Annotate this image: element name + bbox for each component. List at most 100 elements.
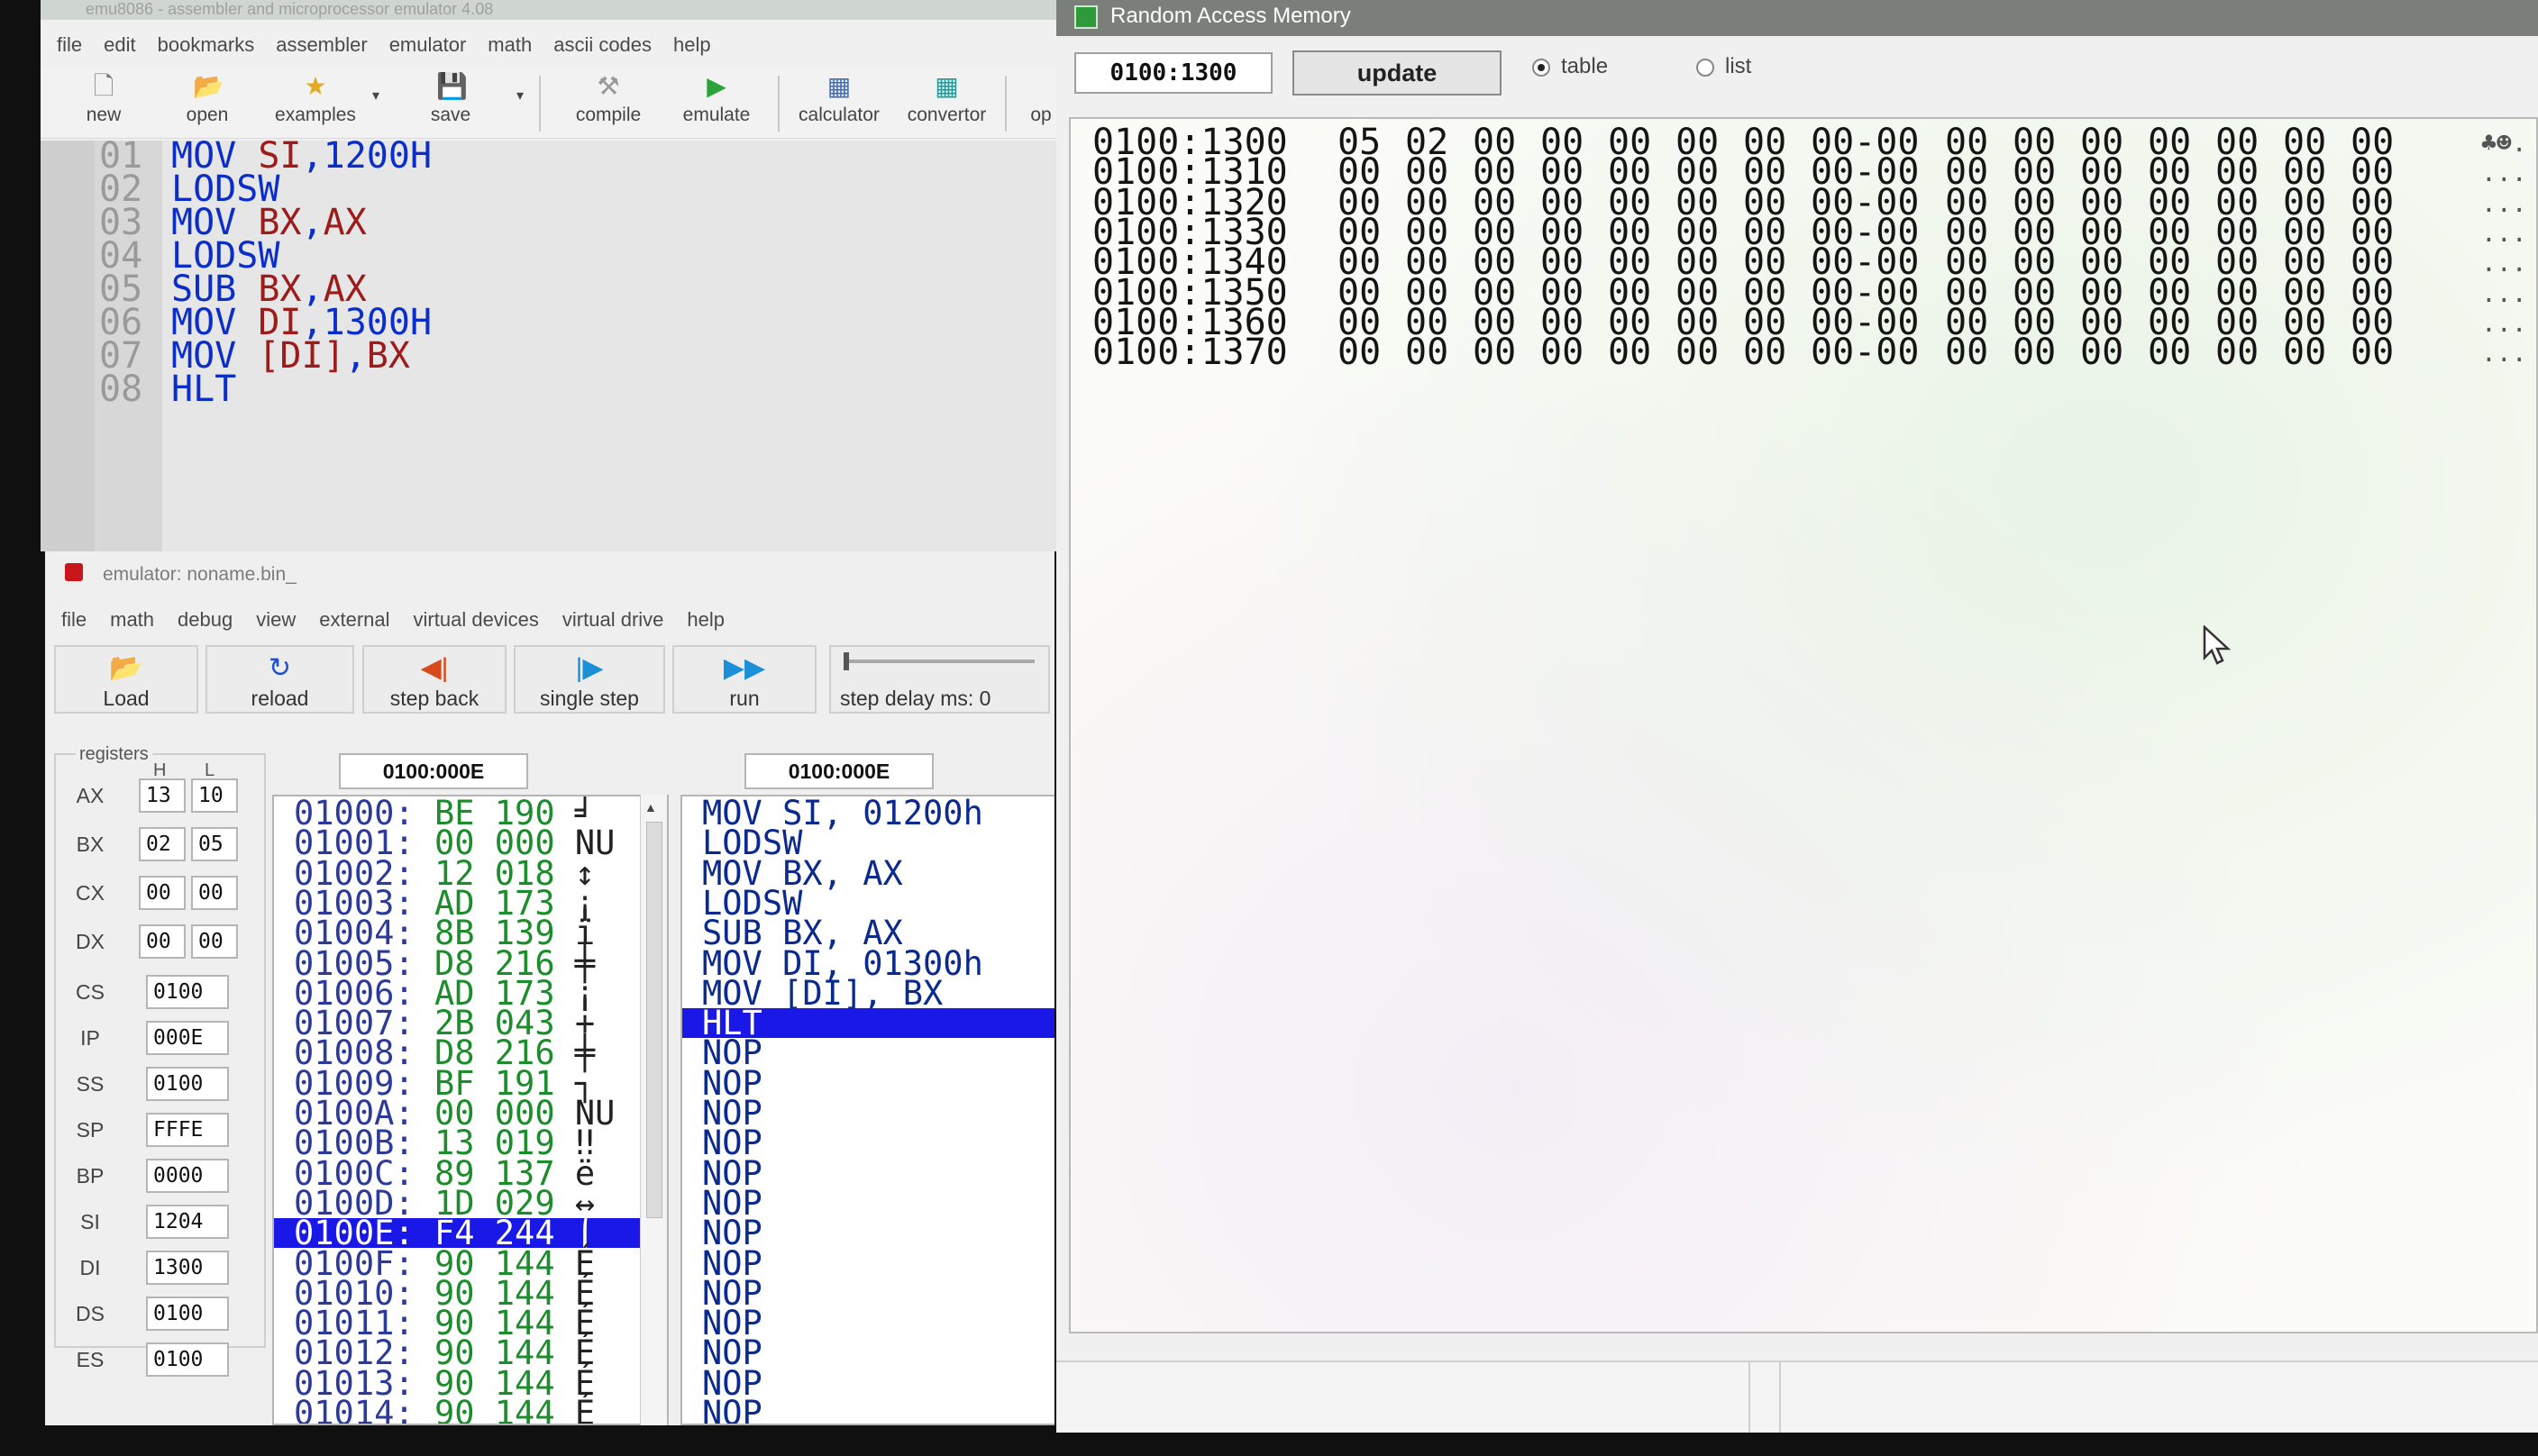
run-button[interactable]: ▶▶ run	[672, 645, 817, 714]
save-button[interactable]: 💾 save	[419, 68, 482, 135]
register-bx-high[interactable]: 02	[139, 827, 186, 861]
emu-menu-external[interactable]: external	[319, 608, 389, 632]
ram-row-ascii: ...	[2481, 217, 2527, 248]
register-ip-value[interactable]: 000E	[146, 1021, 229, 1055]
disassembly-address-field[interactable]: 0100:000E	[744, 753, 934, 789]
memory-address-field[interactable]: 0100:000E	[339, 753, 528, 789]
register-si-value[interactable]: 1204	[146, 1205, 229, 1239]
list-radio-dot[interactable]	[1696, 58, 1714, 77]
ram-byte[interactable]: 00	[1945, 334, 2013, 370]
line-number: 04	[99, 235, 143, 277]
register-bx-low[interactable]: 05	[191, 827, 238, 861]
register-ax-low[interactable]: 10	[191, 778, 238, 813]
editor-menu-file[interactable]: file	[57, 33, 82, 57]
code-line[interactable]: 02 LODSW	[99, 168, 279, 210]
memory-list[interactable]: 01000: BE 190 ╛ 01001: 00 000 NU 01002: 12…	[272, 795, 669, 1425]
scroll-thumb[interactable]	[646, 822, 662, 1218]
register-cx-high[interactable]: 00	[139, 876, 186, 910]
editor-menu-emulator[interactable]: emulator	[389, 33, 467, 57]
new-button[interactable]: 🗋 new	[68, 68, 140, 135]
register-dx-low[interactable]: 00	[191, 924, 238, 959]
ram-byte[interactable]: 00	[1540, 334, 1608, 370]
ram-byte[interactable]: 00	[1675, 334, 1743, 370]
code-line[interactable]: 03 MOV BX,AX	[99, 205, 367, 241]
ram-byte[interactable]: 00	[2351, 334, 2418, 370]
register-ds-value[interactable]: 0100	[146, 1297, 229, 1331]
code-line[interactable]: 07 MOV [DI],BX	[99, 335, 410, 377]
editor-menu-bookmarks[interactable]: bookmarks	[158, 33, 255, 57]
code-editor[interactable]: 01 MOV SI,1200H 02 LODSW 03 MOV BX,AX 04 LODSW 0…	[41, 138, 1064, 551]
ram-byte[interactable]: 00	[2215, 334, 2283, 370]
emu-menu-virtual-drive[interactable]: virtual drive	[562, 608, 663, 632]
editor-menu-edit[interactable]: edit	[104, 33, 135, 57]
load-button[interactable]: 📂 Load	[54, 645, 198, 714]
list-radio[interactable]: list	[1696, 52, 1751, 81]
ram-byte[interactable]: 00	[2013, 334, 2080, 370]
emu-menu-view[interactable]: view	[256, 608, 296, 632]
code-line[interactable]: 06 MOV DI,1300H	[99, 305, 432, 341]
register-di-value[interactable]: 1300	[146, 1251, 229, 1285]
line-number: 07	[99, 335, 143, 377]
emu-menu-debug[interactable]: debug	[178, 608, 233, 632]
single-step-button[interactable]: |▶ single step	[514, 645, 665, 714]
ram-byte[interactable]: 00	[1405, 334, 1473, 370]
code-line[interactable]: 08 HLT	[99, 371, 236, 407]
table-radio[interactable]: table	[1532, 52, 1608, 81]
ram-row-ascii: ...	[2481, 158, 2527, 188]
line-number: 02	[99, 168, 143, 210]
ram-byte[interactable]: 00	[2080, 334, 2148, 370]
editor-menu-help[interactable]: help	[673, 33, 711, 57]
emu-menu-help[interactable]: help	[687, 608, 725, 632]
ram-address-field[interactable]: 0100:1300	[1074, 52, 1273, 94]
calculator-button[interactable]: ▦ calculator	[785, 68, 893, 135]
step-delay-slider[interactable]: step delay ms: 0	[829, 645, 1050, 714]
register-ss-value[interactable]: 0100	[146, 1067, 229, 1101]
ram-byte[interactable]: 00	[1743, 334, 1811, 370]
register-cs-value[interactable]: 0100	[146, 975, 229, 1009]
step-back-button[interactable]: ◀| step back	[362, 645, 507, 714]
mouse-cursor-icon	[2203, 624, 2233, 671]
disassembly-list[interactable]: MOV SI, 01200h LODSW MOV BX, AX LODSW SUB BX…	[680, 795, 1054, 1425]
ram-row-ascii: ...	[2481, 278, 2527, 308]
ram-byte[interactable]: 00	[1608, 334, 1675, 370]
slider-thumb[interactable]	[844, 652, 849, 670]
ram-row[interactable]: 0100:1370 00 00 00 00 00 00 00 00-00 00 00 00 00 00 00…	[1092, 334, 2418, 370]
register-bp-value[interactable]: 0000	[146, 1159, 229, 1193]
table-radio-dot[interactable]	[1532, 58, 1550, 77]
open-button[interactable]: 📂 open	[171, 68, 243, 135]
examples-button[interactable]: ★ examples	[266, 68, 365, 135]
ram-byte[interactable]: 00-00	[1811, 334, 1945, 370]
convertor-button[interactable]: ▦ convertor	[895, 68, 999, 135]
editor-menu-assembler[interactable]: assembler	[276, 33, 367, 57]
operand: 1200H	[323, 135, 433, 177]
register-dx-high[interactable]: 00	[139, 924, 186, 959]
memory-scrollbar[interactable]: ▲	[640, 795, 667, 1425]
editor-menu-math[interactable]: math	[488, 33, 532, 57]
update-button[interactable]: update	[1292, 50, 1502, 96]
code-line[interactable]: 05 SUB BX,AX	[99, 271, 367, 307]
register-sp-value[interactable]: FFFE	[146, 1113, 229, 1147]
register-cx-low[interactable]: 00	[191, 876, 238, 910]
options-button[interactable]: op	[1023, 68, 1059, 135]
ram-table[interactable]: 0100:1300 05 02 00 00 00 00 00 00-00 00 00 00 00 00 00…	[1069, 117, 2538, 1333]
code-line[interactable]: 04 LODSW	[99, 235, 279, 277]
code-line[interactable]: 01 MOV SI,1200H	[99, 138, 432, 174]
emulate-button[interactable]: ▶ emulate	[671, 68, 762, 135]
emu-menu-file[interactable]: file	[61, 608, 87, 632]
ram-byte[interactable]: 00	[2148, 334, 2215, 370]
register-es-value[interactable]: 0100	[146, 1342, 229, 1377]
emu-menu-virtual-devices[interactable]: virtual devices	[414, 608, 539, 632]
compile-button[interactable]: ⚒ compile	[563, 68, 653, 135]
table-radio-label: table	[1561, 54, 1609, 78]
editor-menu-ascii-codes[interactable]: ascii codes	[553, 33, 652, 57]
scroll-up-icon[interactable]: ▲	[644, 800, 657, 814]
register-ax-high[interactable]: 13	[139, 778, 186, 813]
ram-byte[interactable]: 00	[1473, 334, 1540, 370]
emu-menu-math[interactable]: math	[110, 608, 154, 632]
ram-window: Random Access Memory 0100:1300 update ta…	[1056, 0, 2538, 1360]
reload-button[interactable]: ↻ reload	[205, 645, 354, 714]
disassembly-row[interactable]: NOP	[682, 1397, 1054, 1424]
ram-byte[interactable]: 00	[2283, 334, 2351, 370]
memory-row[interactable]: 01014: 90 144 É	[274, 1397, 667, 1424]
ram-byte[interactable]: 00	[1337, 334, 1405, 370]
